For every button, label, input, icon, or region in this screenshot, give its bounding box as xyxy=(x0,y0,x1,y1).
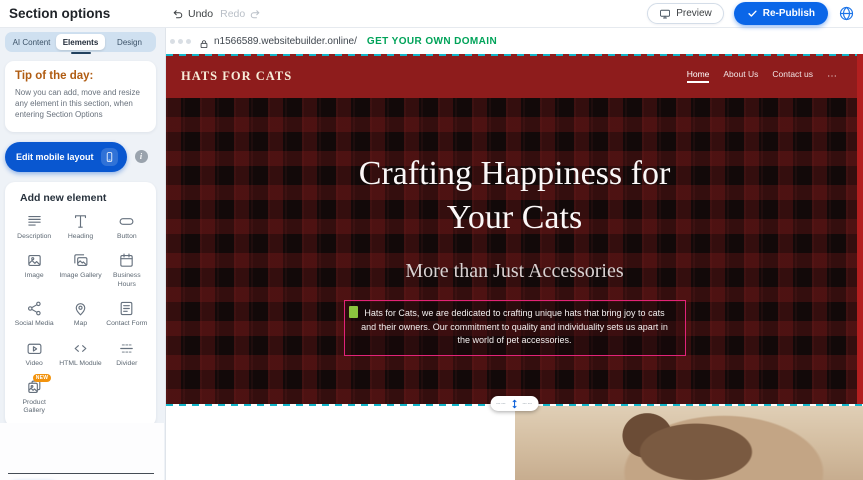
element-drag-handle[interactable] xyxy=(349,306,358,318)
cat-photo[interactable] xyxy=(515,406,863,480)
element-grid: Description Heading Button Image Image G… xyxy=(11,212,150,417)
section-resize-handle[interactable]: ┄┄ ┄┄ xyxy=(490,396,539,411)
phone-icon xyxy=(101,148,118,166)
description-icon xyxy=(26,213,43,230)
tab-active-indicator xyxy=(71,52,91,54)
element-html-module[interactable]: HTML Module xyxy=(57,339,103,369)
redo-label: Redo xyxy=(220,8,245,20)
monitor-icon xyxy=(659,8,671,20)
social-media-icon xyxy=(26,300,43,317)
page-title: Section options xyxy=(0,6,110,21)
next-section[interactable] xyxy=(166,404,863,480)
video-icon xyxy=(26,340,43,357)
republish-label: Re-Publish xyxy=(763,8,815,19)
element-product-gallery[interactable]: NEW Product Gallery xyxy=(11,378,57,417)
editor-canvas: n1566589.websitebuilder.online/ GET YOUR… xyxy=(166,28,863,480)
language-globe-button[interactable] xyxy=(838,5,855,22)
window-dots-icon xyxy=(170,39,191,44)
undo-button[interactable]: Undo xyxy=(172,8,213,20)
tab-ai-content[interactable]: AI Content xyxy=(7,34,56,50)
element-heading[interactable]: Heading xyxy=(57,212,103,242)
info-icon[interactable]: i xyxy=(135,150,148,163)
element-divider[interactable]: Divider xyxy=(104,339,150,369)
nav-home[interactable]: Home xyxy=(687,69,710,83)
browser-addressbar: n1566589.websitebuilder.online/ GET YOUR… xyxy=(166,28,863,54)
tab-elements[interactable]: Elements xyxy=(56,34,105,50)
hero-heading[interactable]: Crafting Happiness for Your Cats xyxy=(325,98,705,240)
sidebar-tabs: AI Content Elements Design xyxy=(5,32,156,52)
globe-icon xyxy=(838,5,855,22)
redo-icon xyxy=(249,8,261,20)
html-module-icon xyxy=(72,340,89,357)
button-icon xyxy=(118,213,135,230)
site-header[interactable]: Hats for Cats Home About Us Contact us ⋯ xyxy=(166,54,863,98)
hero-section[interactable]: Crafting Happiness for Your Cats More th… xyxy=(166,98,863,404)
image-gallery-icon xyxy=(72,252,89,269)
tip-of-the-day-card: Tip of the day: Now you can add, move an… xyxy=(5,61,156,132)
edit-mobile-layout-label: Edit mobile layout xyxy=(16,152,94,162)
section-boundary-top xyxy=(166,54,863,56)
canvas-scrollbar[interactable] xyxy=(857,54,863,404)
edit-mobile-layout-button[interactable]: Edit mobile layout xyxy=(5,142,127,172)
site-url: n1566589.websitebuilder.online/ xyxy=(214,36,357,47)
element-description[interactable]: Description xyxy=(11,212,57,242)
element-social-media[interactable]: Social Media xyxy=(11,299,57,329)
element-image[interactable]: Image xyxy=(11,251,57,290)
history-controls: Undo Redo xyxy=(172,8,261,20)
contact-form-icon xyxy=(118,300,135,317)
hero-description-text: Hats for Cats, we are dedicated to craft… xyxy=(357,307,673,348)
element-business-hours[interactable]: Business Hours xyxy=(104,251,150,290)
image-icon xyxy=(26,252,43,269)
tip-body: Now you can add, move and resize any ele… xyxy=(15,87,146,121)
get-domain-link[interactable]: GET YOUR OWN DOMAIN xyxy=(367,36,497,47)
divider-icon xyxy=(118,340,135,357)
nav-about-us[interactable]: About Us xyxy=(723,69,758,83)
sidebar: AI Content Elements Design Tip of the da… xyxy=(0,28,166,480)
topbar-actions: Preview Re-Publish xyxy=(647,2,855,25)
element-button[interactable]: Button xyxy=(104,212,150,242)
footer-divider xyxy=(8,473,154,474)
undo-label: Undo xyxy=(188,8,213,20)
redo-button[interactable]: Redo xyxy=(220,8,261,20)
tip-title: Tip of the day: xyxy=(15,70,146,82)
map-icon xyxy=(72,300,89,317)
nav-contact-us[interactable]: Contact us xyxy=(772,69,813,83)
new-badge: NEW xyxy=(33,374,52,382)
heading-icon xyxy=(72,213,89,230)
element-map[interactable]: Map xyxy=(57,299,103,329)
add-element-panel: Add new element Description Heading Butt… xyxy=(5,182,156,427)
check-icon xyxy=(747,8,758,19)
business-hours-icon xyxy=(118,252,135,269)
preview-label: Preview xyxy=(676,8,712,19)
preview-button[interactable]: Preview xyxy=(647,3,724,24)
hero-description-selected[interactable]: Hats for Cats, we are dedicated to craft… xyxy=(344,300,686,356)
site-viewport: Hats for Cats Home About Us Contact us ⋯… xyxy=(166,54,863,480)
element-image-gallery[interactable]: Image Gallery xyxy=(57,251,103,290)
tab-design[interactable]: Design xyxy=(105,34,154,50)
element-contact-form[interactable]: Contact Form xyxy=(104,299,150,329)
site-nav: Home About Us Contact us ⋯ xyxy=(687,69,837,83)
resize-vertical-icon xyxy=(510,398,520,410)
add-element-title: Add new element xyxy=(11,192,150,204)
element-video[interactable]: Video xyxy=(11,339,57,369)
nav-more-icon[interactable]: ⋯ xyxy=(827,71,837,82)
sidebar-footer: Done xyxy=(0,423,164,480)
lock-icon xyxy=(199,36,209,46)
republish-button[interactable]: Re-Publish xyxy=(734,2,828,25)
app: Section options Undo Redo Preview Re-Pub… xyxy=(0,0,863,480)
undo-icon xyxy=(172,8,184,20)
mobile-layout-row: Edit mobile layout i xyxy=(5,142,156,172)
site-logo[interactable]: Hats for Cats xyxy=(181,69,292,84)
topbar: Section options Undo Redo Preview Re-Pub… xyxy=(0,0,863,28)
hero-subheading[interactable]: More than Just Accessories xyxy=(166,260,863,283)
